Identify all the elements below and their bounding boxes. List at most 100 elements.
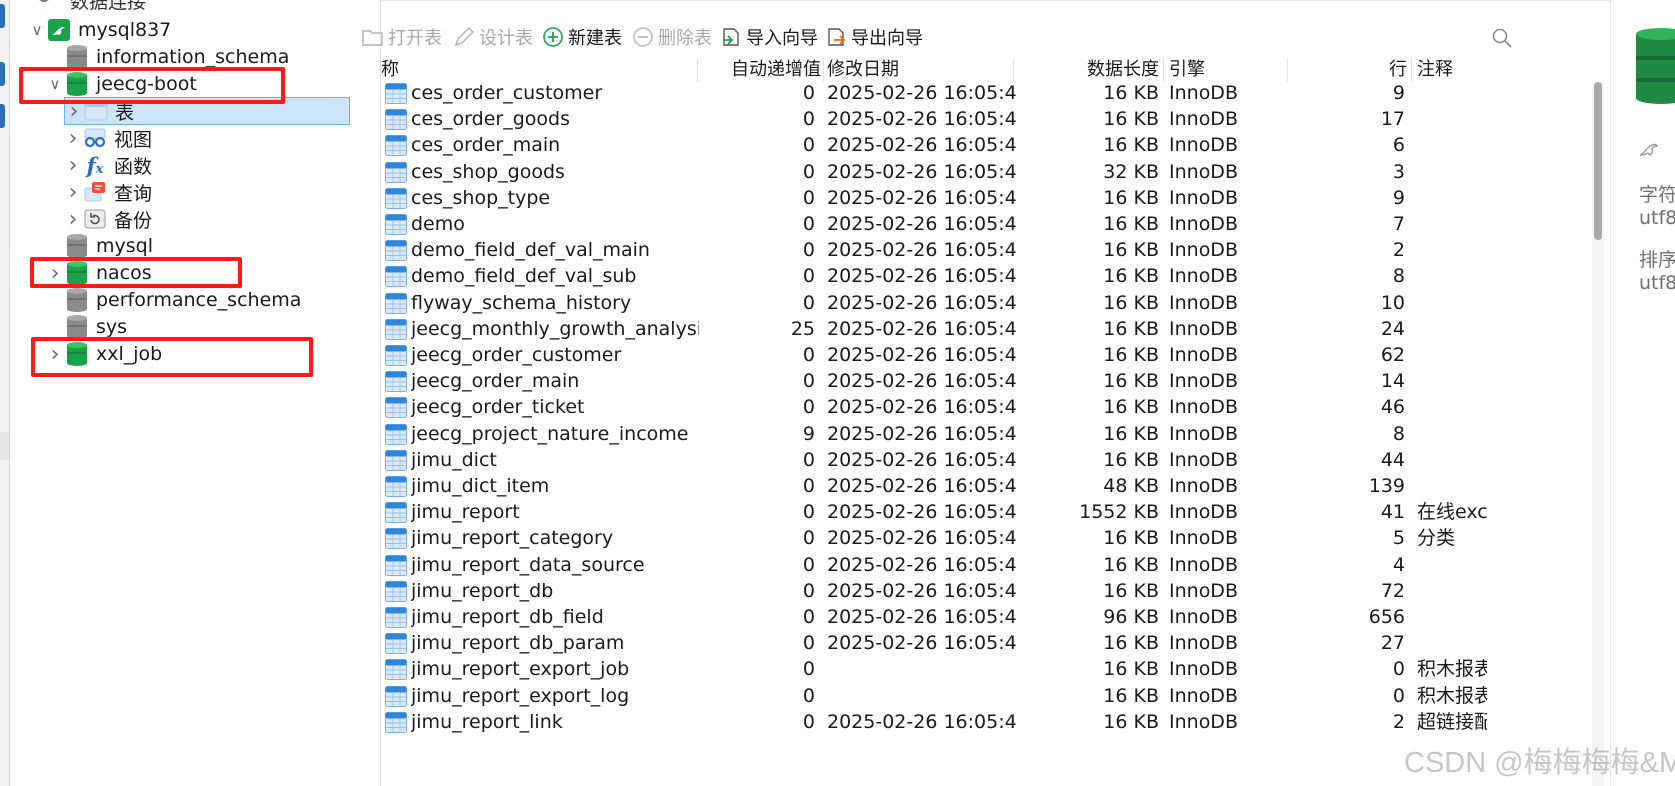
chevron-right-icon[interactable]: ›: [64, 124, 82, 152]
table-icon: [385, 711, 407, 733]
cell-auto-inc: 0: [802, 82, 815, 104]
open-table-button[interactable]: 打开表: [361, 21, 442, 53]
cell-data-length: 16 KB: [1103, 317, 1159, 340]
cell-modified: 2025-02-26 16:05:41: [827, 82, 1017, 104]
table-row[interactable]: jimu_report_link 0 2025-02-26 16:05:42 16 K…: [381, 708, 1581, 736]
chevron-right-icon[interactable]: ›: [64, 151, 82, 179]
scrollbar-thumb[interactable]: [1594, 82, 1602, 240]
table-icon: [385, 266, 407, 288]
connection-mysql837[interactable]: ∨ mysql837: [28, 16, 171, 44]
vertical-scrollbar[interactable]: [1592, 82, 1604, 786]
cell-data-length: 16 KB: [1103, 527, 1159, 550]
cell-modified: 2025-02-26 16:05:42: [827, 710, 1017, 733]
cell-engine: InnoDB: [1169, 632, 1238, 655]
table-row[interactable]: jimu_report_data_source 0 2025-02-26 16:05…: [381, 551, 1581, 579]
cell-rows: 9: [1392, 186, 1405, 209]
table-row[interactable]: flyway_schema_history 0 2025-02-26 16:05:4…: [381, 289, 1581, 317]
table-row[interactable]: ces_order_main 0 2025-02-26 16:05:41 16 KB I…: [381, 131, 1581, 159]
table-row[interactable]: jimu_dict_item 0 2025-02-26 16:05:42 48 KB I…: [381, 472, 1581, 500]
tree-node-view[interactable]: › 视图: [64, 124, 152, 152]
cell-rows: 17: [1380, 108, 1405, 131]
database-mysql[interactable]: mysql: [46, 232, 153, 260]
table-row[interactable]: ces_order_goods 0 2025-02-26 16:05:41 16 KB…: [381, 105, 1581, 133]
import-wizard-label: 导入向导: [746, 28, 818, 49]
cell-name: ces_order_customer: [411, 82, 603, 104]
cell-rows: 41: [1380, 501, 1405, 524]
cell-engine: InnoDB: [1169, 396, 1238, 419]
table-row[interactable]: jimu_report_db_field 0 2025-02-26 16:05:42…: [381, 603, 1581, 631]
table-icon: [385, 397, 407, 419]
tree-node-label: 函数: [114, 155, 153, 178]
cell-auto-inc: 0: [802, 108, 815, 131]
tree-node-query[interactable]: › 查询: [64, 178, 152, 206]
cell-rows: 2: [1392, 239, 1405, 262]
tree-node-function[interactable]: › fx 函数: [64, 151, 152, 179]
cell-engine: InnoDB: [1169, 186, 1238, 209]
search-icon[interactable]: [1491, 27, 1513, 49]
cell-comment: [1417, 446, 1487, 474]
cell-auto-inc: 0: [802, 344, 815, 366]
table-row[interactable]: jimu_dict 0 2025-02-26 16:05:42 16 KB InnoDB…: [381, 446, 1581, 474]
cell-modified: 2025-02-26 16:05:41: [827, 370, 1017, 393]
table-row[interactable]: jeecg_monthly_growth_analysis 25 2025-02-2…: [381, 315, 1581, 343]
cell-modified: 2025-02-26 16:05:42: [827, 553, 1017, 576]
export-icon: [824, 25, 848, 49]
table-row[interactable]: jimu_report_export_log 0 16 KB InnoDB 0 积木报表: [381, 682, 1581, 710]
table-row[interactable]: jeecg_order_ticket 0 2025-02-26 16:05:41 16…: [381, 393, 1581, 421]
delete-table-button[interactable]: 删除表: [631, 21, 712, 53]
cell-modified: 2025-02-26 16:05:42: [827, 606, 1017, 628]
cell-rows: 46: [1380, 396, 1405, 419]
table-icon: [385, 292, 407, 314]
table-row[interactable]: demo_field_def_val_main 0 2025-02-26 16:05…: [381, 236, 1581, 264]
cell-data-length: 16 KB: [1103, 370, 1159, 393]
new-table-label: 新建表: [568, 28, 622, 49]
table-row[interactable]: jimu_report_db 0 2025-02-26 16:05:42 16 KB I…: [381, 577, 1581, 605]
cell-rows: 2: [1392, 710, 1405, 733]
chevron-down-icon[interactable]: ∨: [28, 16, 46, 44]
cell-name: ces_order_main: [411, 134, 561, 157]
cell-name: jimu_report_db_field: [411, 606, 604, 628]
cell-rows: 656: [1368, 606, 1405, 628]
database-label: mysql: [96, 235, 153, 257]
cell-name: flyway_schema_history: [411, 291, 632, 314]
database-performance-schema[interactable]: performance_schema: [46, 286, 301, 314]
table-icon: [385, 554, 407, 576]
cell-name: demo_field_def_val_sub: [411, 265, 637, 288]
cell-modified: 2025-02-26 16:05:41: [827, 396, 1017, 419]
new-table-button[interactable]: 新建表: [541, 21, 622, 53]
cell-data-length: 16 KB: [1103, 213, 1159, 235]
cell-modified: 2025-02-26 16:05:41: [827, 160, 1017, 183]
table-row[interactable]: demo 0 2025-02-26 16:05:41 16 KB InnoDB 7: [381, 210, 1581, 238]
table-row[interactable]: ces_shop_goods 0 2025-02-26 16:05:41 32 KB I…: [381, 158, 1581, 186]
cell-name: jeecg_order_customer: [411, 344, 622, 366]
export-wizard-button[interactable]: 导出向导: [824, 21, 923, 53]
table-row[interactable]: ces_order_customer 0 2025-02-26 16:05:41 16…: [381, 79, 1581, 107]
chevron-right-icon[interactable]: ›: [64, 178, 82, 206]
highlight-box-nacos: [30, 257, 242, 288]
table-row[interactable]: demo_field_def_val_sub 0 2025-02-26 16:05:…: [381, 262, 1581, 290]
cell-modified: 2025-02-26 16:05:42: [827, 422, 1017, 445]
cell-engine: InnoDB: [1169, 658, 1238, 681]
table-icon: [385, 685, 407, 707]
table-row[interactable]: jeecg_order_customer 0 2025-02-26 16:05:41…: [381, 341, 1581, 369]
table-row[interactable]: jimu_report_category 0 2025-02-26 16:05:42…: [381, 524, 1581, 552]
cell-data-length: 16 KB: [1103, 710, 1159, 733]
connection-header-icon: [39, 0, 49, 2]
cell-data-length: 96 KB: [1103, 606, 1159, 628]
cell-rows: 4: [1392, 553, 1405, 576]
table-row[interactable]: jeecg_order_main 0 2025-02-26 16:05:41 16 K…: [381, 367, 1581, 395]
cell-engine: InnoDB: [1169, 291, 1238, 314]
tree-node-backup[interactable]: › 备份: [64, 205, 152, 233]
table-row[interactable]: ces_shop_type 0 2025-02-26 16:05:41 16 KB In…: [381, 184, 1581, 212]
cell-rows: 139: [1368, 475, 1405, 497]
table-row[interactable]: jeecg_project_nature_income 9 2025-02-26 1…: [381, 420, 1581, 448]
cell-comment: [1417, 420, 1487, 448]
design-table-button[interactable]: 设计表: [452, 21, 533, 53]
table-row[interactable]: jimu_report_db_param 0 2025-02-26 16:05:42…: [381, 629, 1581, 657]
cell-name: jimu_report_db: [411, 579, 554, 602]
cell-auto-inc: 0: [802, 606, 815, 628]
import-wizard-button[interactable]: 导入向导: [719, 21, 818, 53]
table-row[interactable]: jimu_report_export_job 0 16 KB InnoDB 0 积木报表: [381, 655, 1581, 683]
chevron-right-icon[interactable]: ›: [64, 205, 82, 233]
table-row[interactable]: jimu_report 0 2025-02-26 16:05:42 1552 KB In…: [381, 498, 1581, 526]
